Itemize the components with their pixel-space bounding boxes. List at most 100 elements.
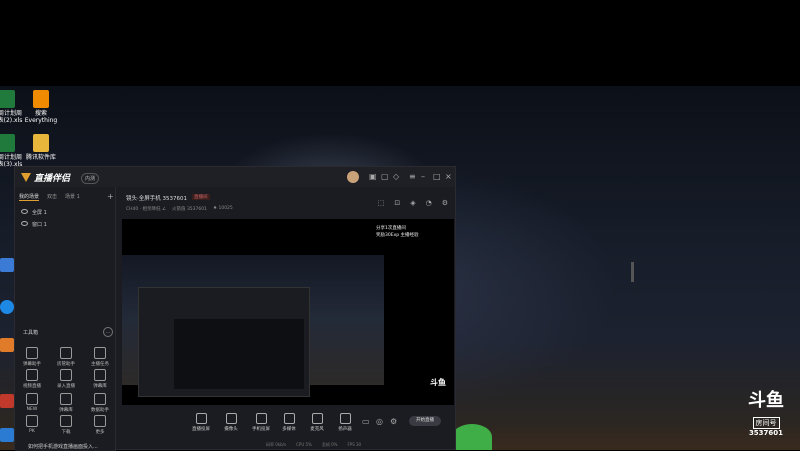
tool-record-live[interactable]: 录入直播 [53,369,79,389]
tab-my-scene[interactable]: 我的场景 [19,193,40,201]
settings-icon[interactable]: ⚙ [390,417,397,427]
titlebar[interactable]: 直播伴侣 内测 ▣ ▢ ◇ ≡ – □ × [15,167,455,187]
hint-text[interactable]: 如何把手机游戏直播画面投入... [28,443,98,450]
room-category[interactable]: CH40 · 相亲降低 ∠ [126,206,166,212]
more-icon [94,415,106,427]
control-label: 手机投屏 [252,427,270,432]
status-fps: FPS 30 [347,442,362,447]
decorative-hill [452,424,492,450]
tool-room-admin[interactable]: 房管助手 [53,347,79,367]
tool-new[interactable]: NEW [19,393,45,412]
menu-icon[interactable]: ≡ [409,172,416,182]
desktop-tencent-folder[interactable]: 腾讯软件库 [12,134,70,161]
room-meta: CH40 · 相亲降低 ∠ 火箭值 3537601 ♠ 10025 [126,206,233,212]
message-icon[interactable]: ▢ [381,172,389,182]
status-bitrate: 码率 0kb/s [266,442,287,447]
desktop-everything[interactable]: 搜索 Everything [12,90,70,124]
sandbox-app-icon[interactable] [0,258,14,272]
phone-cast-icon [255,413,267,424]
ie-app-icon[interactable] [0,428,14,442]
library-icon [94,369,106,381]
avatar[interactable] [347,171,359,183]
file-app-icon[interactable] [0,394,14,408]
scroll-indicator[interactable] [631,262,634,282]
nested-preview-window [174,319,304,389]
tab-double-click[interactable]: 双击 [47,193,57,201]
download-icon [60,415,72,427]
close-icon[interactable]: × [445,172,452,182]
tool-label: 主播任务 [91,362,109,367]
tool-video-live[interactable]: 视频直播 [19,369,45,389]
everything-search-icon [33,90,49,108]
start-live-button[interactable]: 开始直播 [409,416,441,426]
skin-icon[interactable]: ◇ [393,172,399,182]
share-icon[interactable]: ⬚ [378,199,385,207]
source-label: 全屏 1 [32,210,47,216]
task-icon [94,347,106,359]
control-label: 直播投屏 [192,427,210,432]
maximize-icon[interactable]: □ [433,172,441,182]
microphone-icon [311,413,323,424]
k-app-icon[interactable] [0,300,14,314]
live-companion-window: 直播伴侣 内测 ▣ ▢ ◇ ≡ – □ × 我的场景 双击 场景 1 + 全屏 … [14,166,456,451]
tool-danmu-lib-2[interactable]: 弹幕库 [53,393,79,413]
douyu-watermark: 斗鱼 房间号 3537601 [744,392,788,438]
tool-label: 视频直播 [23,384,41,389]
scene-panel: 我的场景 双击 场景 1 + 全屏 1 窗口 1 工具箱 … 弹幕助手 房管助手… [15,187,116,451]
main-panel: 镜头·全屏手机 3537601 直播间 CH40 · 相亲降低 ∠ 火箭值 35… [116,187,456,451]
toolbox-label: 工具箱 [23,330,39,336]
tool-data-helper[interactable]: 数据助手 [87,393,113,413]
source-item[interactable]: 全屏 1 [21,209,47,216]
scene-tabs: 我的场景 双击 场景 1 [19,193,80,201]
media-icon [283,413,295,424]
status-cpu: CPU 5% [296,442,312,447]
room-tools: ⬚ ⊡ ◈ ◔ ⚙ [378,199,448,207]
add-scene-button[interactable]: + [107,192,114,201]
source-label: 窗口 1 [32,222,47,228]
minimize-icon[interactable]: – [421,172,425,182]
source-item[interactable]: 窗口 1 [21,221,47,228]
app-logo-icon [21,173,31,182]
ctl-media[interactable]: 多媒体 [274,413,304,432]
tool-label: 弹幕库 [93,384,107,389]
control-label: 多媒体 [282,427,296,432]
bell-icon[interactable]: ◔ [426,199,432,207]
clip-icon[interactable]: ◎ [376,417,383,427]
tool-label: PK [29,429,35,434]
status-bar: 码率 0kb/s CPU 5% 丢帧 0% FPS 30 [116,442,456,450]
tool-more[interactable]: 更多 [87,415,113,435]
room-badge: 直播间 [192,194,210,200]
ctl-speaker[interactable]: 扬声器 [330,413,360,432]
tool-label: 弹幕库 [59,408,73,413]
tool-danmu-lib[interactable]: 弹幕库 [87,369,113,389]
control-label: 摄像头 [224,427,238,432]
ctl-phone-cast[interactable]: 手机投屏 [246,413,276,432]
toolbox-more-button[interactable]: … [103,327,113,337]
control-label: 麦克风 [310,427,324,432]
lock-icon[interactable]: ⊡ [394,199,400,207]
version-badge: 内测 [81,173,100,184]
eye-icon[interactable] [21,221,28,226]
desktop-icon-label: 腾讯软件库 [25,154,56,161]
settings-icon[interactable]: ⚙ [442,199,448,207]
ctl-microphone[interactable]: 麦克风 [302,413,332,432]
library-icon [60,393,72,405]
eye-icon[interactable] [21,209,28,214]
layers-icon[interactable]: ◈ [410,199,415,207]
ctl-camera[interactable]: 摄像头 [216,413,246,432]
tool-label: 弹幕助手 [23,362,41,367]
tool-danmu-helper[interactable]: 弹幕助手 [19,347,45,367]
tool-download[interactable]: 下载 [53,415,79,435]
tool-anchor-task[interactable]: 主播任务 [87,347,113,367]
gift-icon[interactable]: ▣ [369,172,377,182]
folder-icon [33,134,49,152]
tab-scene-1[interactable]: 场景 1 [65,193,80,201]
ctl-screen-cast[interactable]: 直播投屏 [186,413,216,432]
tool-label: 数据助手 [91,408,109,413]
live-preview[interactable]: 分享1次直播间 奖励30Exp 主播经验 斗鱼 [122,219,454,405]
tool-pk[interactable]: PK [19,415,45,434]
tool-app-icon[interactable] [0,338,14,352]
record-icon [60,369,72,381]
record-icon[interactable]: ▭ [362,417,370,427]
overlay-line: 分享1次直播间 [376,226,406,231]
